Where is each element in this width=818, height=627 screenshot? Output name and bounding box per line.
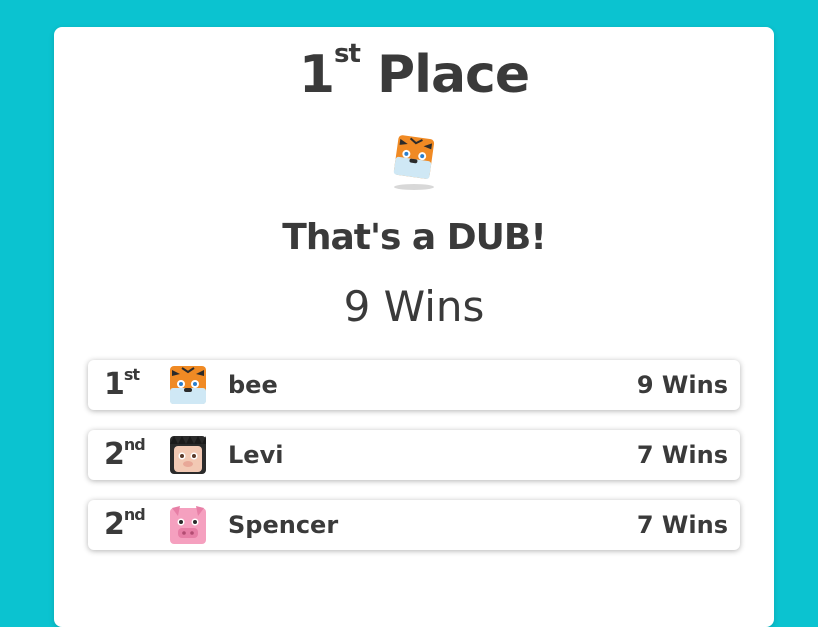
rank: 1st [104, 365, 160, 402]
rank-suffix: st [123, 365, 140, 384]
tiger-blook-icon [170, 366, 206, 404]
rank-number: 2 [104, 437, 125, 472]
tiger-blook-icon [393, 135, 435, 190]
leaderboard-row: 2nd Spencer 7 Wins [88, 500, 740, 550]
rank-suffix: nd [123, 505, 146, 524]
player-name: bee [228, 371, 278, 399]
leaderboard-row: 2nd Levi 7 Wins [88, 430, 740, 480]
player-wins: 7 Wins [636, 511, 728, 539]
leaderboard: 1st bee 9 Wins 2nd Levi 7 Wins 2nd Spenc… [88, 360, 740, 570]
rank: 2nd [104, 505, 160, 542]
rank: 2nd [104, 435, 160, 472]
hedgehog-blook-icon [170, 436, 206, 474]
leaderboard-row: 1st bee 9 Wins [88, 360, 740, 410]
place-suffix: st [334, 39, 361, 69]
total-wins: 9 Wins [343, 282, 485, 331]
place-word: Place [377, 45, 530, 105]
player-name: Spencer [228, 511, 339, 539]
player-wins: 7 Wins [636, 441, 728, 469]
rank-suffix: nd [123, 435, 146, 454]
tagline: That's a DUB! [282, 217, 546, 258]
pig-blook-icon [170, 506, 206, 544]
place-number: 1 [298, 45, 335, 105]
place-title: 1st Place [54, 41, 774, 105]
player-wins: 9 Wins [636, 371, 728, 399]
rank-number: 2 [104, 507, 125, 542]
player-name: Levi [228, 441, 284, 469]
rank-number: 1 [104, 367, 125, 402]
results-card: 1st Place That's a DUB! 9 Wins 1st bee 9… [54, 27, 774, 627]
